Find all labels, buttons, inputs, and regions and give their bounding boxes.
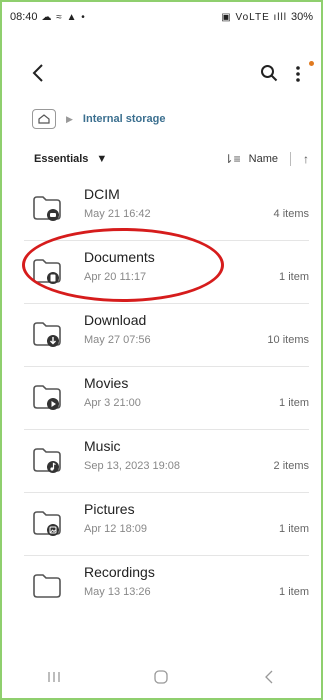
folder-download-icon [33, 322, 61, 347]
sort-direction-arrow-icon[interactable]: ↑ [303, 152, 309, 166]
folder-name: Music [84, 438, 121, 454]
folder-count: 1 item [279, 523, 309, 535]
signal-icons: ▣ VoLTE ılll [221, 11, 287, 23]
breadcrumb-internal-storage[interactable]: Internal storage [83, 113, 166, 125]
home-icon[interactable] [32, 109, 56, 129]
recent-apps-icon[interactable] [34, 665, 74, 689]
list-item-documents[interactable]: Documents Apr 20 11:17 1 item [24, 241, 309, 304]
breadcrumb: ▶ Internal storage [32, 108, 165, 130]
folder-date: Apr 12 18:09 [84, 523, 147, 535]
dropdown-arrow-icon: ▼ [96, 153, 108, 165]
folder-count: 1 item [279, 586, 309, 598]
list-item-movies[interactable]: Movies Apr 3 21:00 1 item [24, 367, 309, 430]
sort-bar: Essentials ▼ ⇂≡ Name ↑ [34, 150, 309, 168]
filter-label: Essentials [34, 153, 89, 165]
folder-date: May 27 07:56 [84, 334, 151, 346]
folder-name: Recordings [84, 564, 155, 580]
app-bar [0, 58, 323, 90]
back-nav-icon[interactable] [249, 665, 289, 689]
divider [290, 152, 291, 166]
folder-date: Apr 20 11:17 [84, 271, 147, 283]
folder-count: 1 item [279, 397, 309, 409]
list-item-recordings[interactable]: Recordings May 13 13:26 1 item [24, 556, 309, 618]
system-nav-bar [0, 662, 323, 692]
essentials-filter[interactable]: Essentials ▼ [34, 153, 107, 165]
sort-label[interactable]: Name [249, 153, 278, 165]
folder-date: May 21 16:42 [84, 208, 151, 220]
folder-movie-icon [33, 385, 61, 410]
sort-order-icon[interactable]: ⇂≡ [224, 152, 241, 166]
time-text: 08:40 [10, 11, 38, 23]
folder-name: Pictures [84, 501, 135, 517]
folder-date: Sep 13, 2023 19:08 [84, 460, 181, 472]
folder-camera-icon [33, 196, 61, 221]
breadcrumb-separator-icon: ▶ [66, 113, 73, 124]
list-item-download[interactable]: Download May 27 07:56 10 items [24, 304, 309, 367]
folder-count: 2 items [273, 460, 309, 472]
back-arrow-icon[interactable] [28, 62, 50, 84]
folder-count: 4 items [273, 208, 309, 220]
folder-count: 1 item [279, 271, 309, 283]
battery-text: 30% [290, 11, 313, 23]
folder-name: Movies [84, 375, 129, 391]
folder-name: Documents [84, 249, 155, 265]
folder-document-icon [33, 259, 61, 284]
search-icon[interactable] [260, 64, 278, 82]
folder-list: DCIM May 21 16:42 4 items Documents Apr … [24, 178, 309, 618]
home-button-icon[interactable] [141, 665, 181, 689]
folder-icon [33, 574, 61, 598]
folder-count: 10 items [267, 334, 309, 346]
list-item-pictures[interactable]: Pictures Apr 12 18:09 1 item [24, 493, 309, 556]
notification-dot [309, 61, 314, 66]
folder-name: DCIM [84, 186, 120, 202]
list-item-music[interactable]: Music Sep 13, 2023 19:08 2 items [24, 430, 309, 493]
notification-icons: ☁ ≈ ▲ • [41, 11, 86, 23]
list-item-dcim[interactable]: DCIM May 21 16:42 4 items [24, 178, 309, 241]
folder-music-icon [33, 448, 61, 473]
folder-picture-icon [33, 511, 61, 536]
folder-date: Apr 3 21:00 [84, 397, 141, 409]
folder-name: Download [84, 312, 147, 328]
more-options-icon[interactable] [293, 64, 303, 84]
status-bar: 08:40 ☁ ≈ ▲ • ▣ VoLTE ılll 30% [10, 8, 313, 26]
folder-date: May 13 13:26 [84, 586, 151, 598]
